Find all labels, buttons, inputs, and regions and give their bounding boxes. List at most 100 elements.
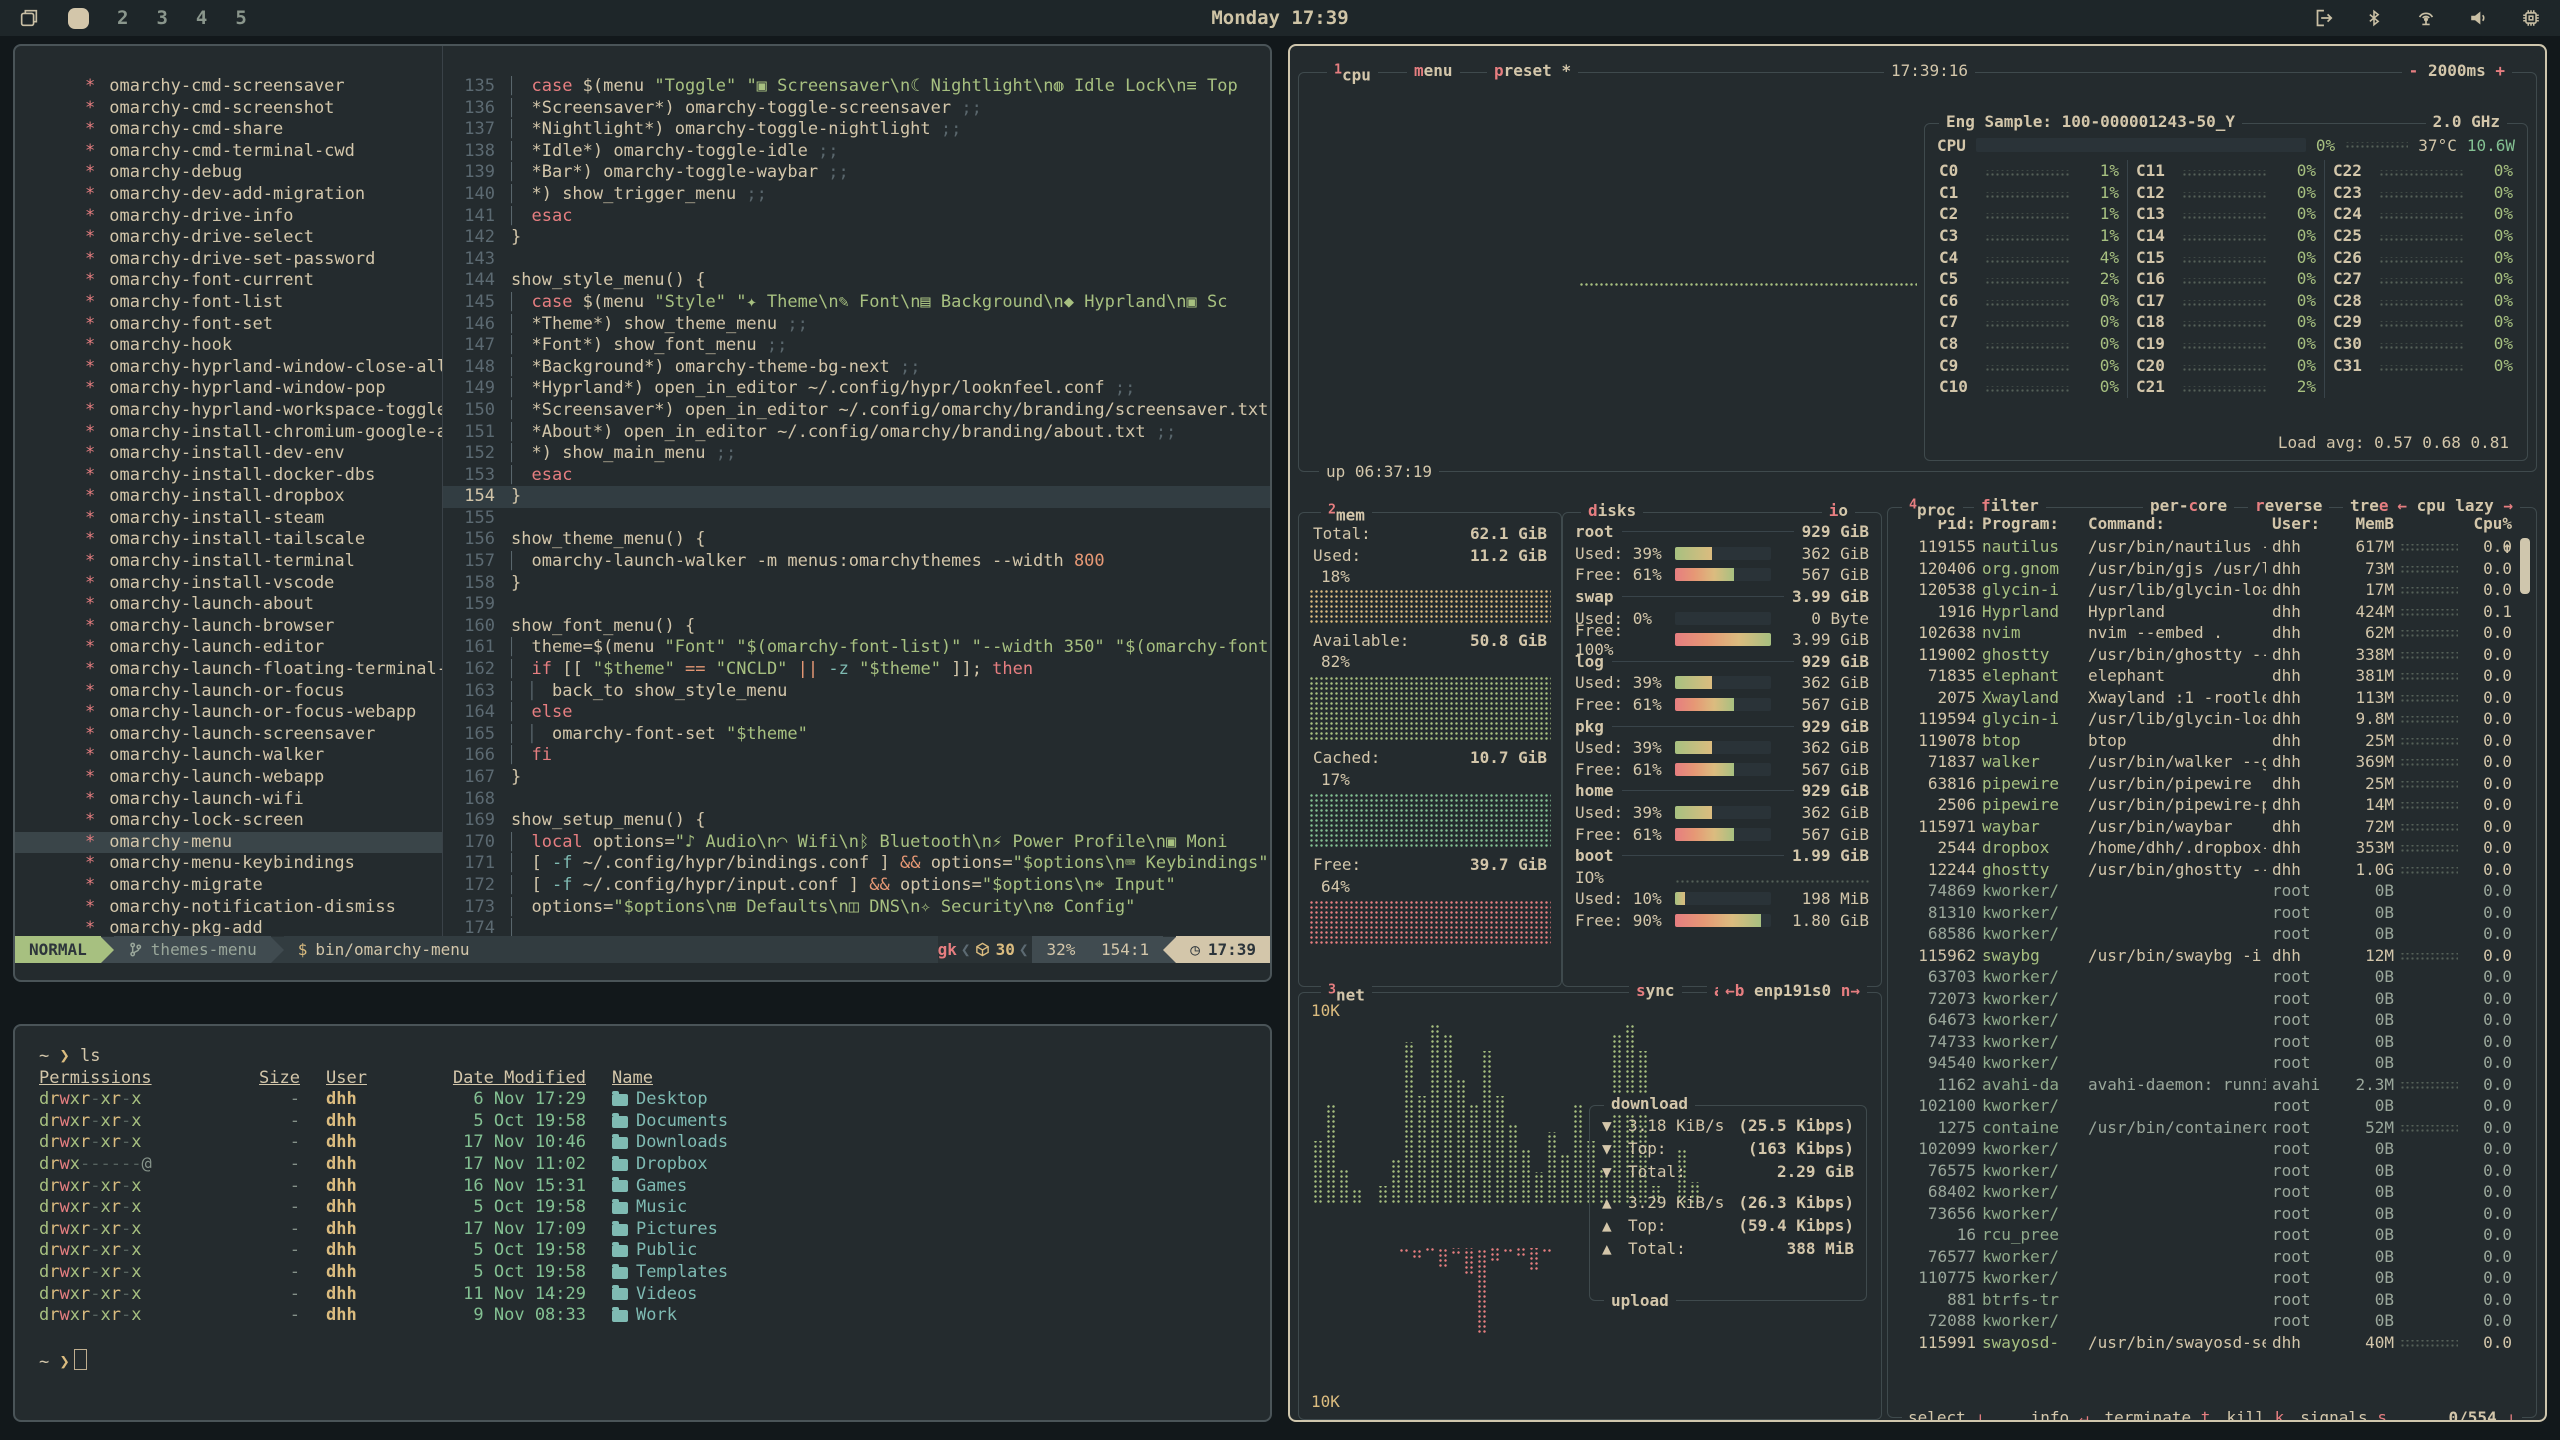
process-row[interactable]: 120538glycin-i/usr/lib/glycin-loadersdhh… <box>1888 579 2536 601</box>
prompt[interactable]: ~ ❯ <box>39 1349 1246 1371</box>
process-row[interactable]: 68402kworker/root0B0.0 <box>1888 1181 2536 1203</box>
menu-button[interactable]: menu <box>1407 61 1460 81</box>
file-item[interactable]: *omarchy-launch-browser <box>15 616 442 638</box>
code-pane[interactable]: 135▏ case $(menu "Toggle" "▣ Screensaver… <box>443 46 1270 936</box>
file-item[interactable]: *omarchy-hyprland-workspace-toggle <box>15 400 442 422</box>
wifi-icon[interactable] <box>2414 7 2438 29</box>
file-item[interactable]: *omarchy-install-chromium-google-a <box>15 422 442 444</box>
process-row[interactable]: 1916HyprlandHyprlanddhh424M0.1 <box>1888 601 2536 623</box>
sort-column-switcher[interactable]: ← cpu lazy → <box>2390 496 2520 516</box>
process-row[interactable]: 76577kworker/root0B0.0 <box>1888 1246 2536 1268</box>
process-row[interactable]: 71837walker/usr/bin/walker --gappldhh369… <box>1888 751 2536 773</box>
process-row[interactable]: 102099kworker/root0B0.0 <box>1888 1138 2536 1160</box>
file-item[interactable]: *omarchy-migrate <box>15 875 442 897</box>
process-row[interactable]: 115962swaybg/usr/bin/swaybg -i /homdhh12… <box>1888 945 2536 967</box>
file-item[interactable]: *omarchy-pkg-add <box>15 918 442 936</box>
column-header[interactable] <box>2400 512 2458 560</box>
tree-button[interactable]: tree <box>2343 496 2396 516</box>
file-item[interactable]: *omarchy-launch-screensaver <box>15 724 442 746</box>
process-row[interactable]: 63703kworker/root0B0.0 <box>1888 966 2536 988</box>
file-item[interactable]: *omarchy-cmd-screensaver <box>15 76 442 98</box>
workspace-button[interactable]: 3 <box>156 7 167 29</box>
logout-icon[interactable] <box>2312 7 2334 29</box>
workspace-button[interactable]: 4 <box>196 7 207 29</box>
process-row[interactable]: 102638nvimnvim --embed .dhh62M0.0 <box>1888 622 2536 644</box>
process-row[interactable]: 71835elephantelephantdhh381M0.0 <box>1888 665 2536 687</box>
file-item[interactable]: *omarchy-launch-editor <box>15 637 442 659</box>
file-item[interactable]: *omarchy-install-terminal <box>15 551 442 573</box>
process-row[interactable]: 74733kworker/root0B0.0 <box>1888 1031 2536 1053</box>
io-toggle[interactable]: io <box>1822 501 1855 521</box>
file-item[interactable]: *omarchy-cmd-share <box>15 119 442 141</box>
file-item[interactable]: *omarchy-cmd-screenshot <box>15 98 442 120</box>
file-item[interactable]: *omarchy-hook <box>15 335 442 357</box>
preset-button[interactable]: preset * <box>1487 61 1578 81</box>
file-item[interactable]: *omarchy-debug <box>15 162 442 184</box>
workspace-active[interactable] <box>68 8 89 29</box>
file-item[interactable]: *omarchy-menu-keybindings <box>15 853 442 875</box>
disks-box-title[interactable]: disks <box>1581 501 1643 521</box>
interval-control[interactable]: - 2000ms + <box>2402 61 2512 81</box>
neovim-window[interactable]: *omarchy-cmd-screensaver*omarchy-cmd-scr… <box>13 44 1272 982</box>
file-item[interactable]: *omarchy-font-current <box>15 270 442 292</box>
process-row[interactable]: 72073kworker/root0B0.0 <box>1888 988 2536 1010</box>
file-item[interactable]: *omarchy-launch-or-focus-webapp <box>15 702 442 724</box>
process-row[interactable]: 76575kworker/root0B0.0 <box>1888 1160 2536 1182</box>
terminal-window[interactable]: ~ ❯ ls PermissionsSizeUserDate ModifiedN… <box>13 1024 1272 1422</box>
btop-window[interactable]: 1cpu menu preset * 17:39:16 - 2000ms + u… <box>1288 44 2547 1422</box>
file-item[interactable]: *omarchy-install-vscode <box>15 573 442 595</box>
process-row[interactable]: 115991swayosd-/usr/bin/swayosd-serverdhh… <box>1888 1332 2536 1354</box>
process-row[interactable]: 16rcu_preeroot0B0.0 <box>1888 1224 2536 1246</box>
process-row[interactable]: 1162avahi-daavahi-daemon: running [avahi… <box>1888 1074 2536 1096</box>
process-row[interactable]: 2075XwaylandXwayland :1 -rootless -dhh11… <box>1888 687 2536 709</box>
file-item[interactable]: *omarchy-drive-info <box>15 206 442 228</box>
file-item[interactable]: *omarchy-cmd-terminal-cwd <box>15 141 442 163</box>
process-row[interactable]: 64673kworker/root0B0.0 <box>1888 1009 2536 1031</box>
process-row[interactable]: 72088kworker/root0B0.0 <box>1888 1310 2536 1332</box>
file-item[interactable]: *omarchy-dev-add-migration <box>15 184 442 206</box>
file-item[interactable]: *omarchy-install-steam <box>15 508 442 530</box>
file-item[interactable]: *omarchy-launch-about <box>15 594 442 616</box>
file-item[interactable]: *omarchy-menu <box>15 832 442 854</box>
process-row[interactable]: 2544dropbox/home/dhh/.dropbox-distdhh353… <box>1888 837 2536 859</box>
footer-button[interactable]: kill k <box>2226 1408 2284 1422</box>
workspace-button[interactable]: 5 <box>235 7 246 29</box>
process-row[interactable]: 12244ghostty/usr/bin/ghostty --gtk-dhh1.… <box>1888 859 2536 881</box>
proc-scrollbar[interactable] <box>2520 538 2530 594</box>
process-row[interactable]: 102100kworker/root0B0.0 <box>1888 1095 2536 1117</box>
file-item[interactable]: *omarchy-drive-set-password <box>15 249 442 271</box>
file-item[interactable]: *omarchy-launch-wifi <box>15 789 442 811</box>
file-item[interactable]: *omarchy-launch-floating-terminal- <box>15 659 442 681</box>
file-item[interactable]: *omarchy-hyprland-window-close-all <box>15 357 442 379</box>
file-tree[interactable]: *omarchy-cmd-screensaver*omarchy-cmd-scr… <box>15 46 443 936</box>
process-row[interactable]: 119002ghostty/usr/bin/ghostty --gtk-dhh3… <box>1888 644 2536 666</box>
process-row[interactable]: 110775kworker/root0B0.0 <box>1888 1267 2536 1289</box>
process-row[interactable]: 119078btopbtopdhh25M0.0 <box>1888 730 2536 752</box>
cpu-box-title[interactable]: 1cpu <box>1327 61 1378 85</box>
file-item[interactable]: *omarchy-font-list <box>15 292 442 314</box>
process-row[interactable]: 81310kworker/root0B0.0 <box>1888 902 2536 924</box>
file-item[interactable]: *omarchy-install-docker-dbs <box>15 465 442 487</box>
file-item[interactable]: *omarchy-font-set <box>15 314 442 336</box>
reverse-button[interactable]: reverse <box>2248 496 2329 516</box>
file-item[interactable]: *omarchy-install-tailscale <box>15 529 442 551</box>
process-row[interactable]: 94540kworker/root0B0.0 <box>1888 1052 2536 1074</box>
workspace-button[interactable]: 2 <box>117 7 128 29</box>
interface-switcher[interactable]: ←b enp191s0 n→ <box>1718 981 1867 1001</box>
footer-button[interactable]: terminate t <box>2104 1408 2210 1422</box>
sync-button[interactable]: sync <box>1629 981 1682 1001</box>
file-item[interactable]: *omarchy-launch-or-focus <box>15 681 442 703</box>
process-row[interactable]: 68586kworker/root0B0.0 <box>1888 923 2536 945</box>
process-row[interactable]: 115971waybar/usr/bin/waybardhh72M0.0 <box>1888 816 2536 838</box>
bluetooth-icon[interactable] <box>2364 7 2384 29</box>
volume-icon[interactable] <box>2468 7 2490 29</box>
process-row[interactable]: 63816pipewire/usr/bin/pipewiredhh25M0.0 <box>1888 773 2536 795</box>
file-item[interactable]: *omarchy-hyprland-window-pop <box>15 378 442 400</box>
process-row[interactable]: 74869kworker/root0B0.0 <box>1888 880 2536 902</box>
footer-button[interactable]: info ↵ <box>2031 1408 2089 1422</box>
file-item[interactable]: *omarchy-launch-walker <box>15 745 442 767</box>
process-row[interactable]: 2506pipewire/usr/bin/pipewire-pulsedhh14… <box>1888 794 2536 816</box>
per-core-button[interactable]: per-core <box>2143 496 2234 516</box>
process-row[interactable]: 1275containe/usr/bin/containerdroot52M0.… <box>1888 1117 2536 1139</box>
file-item[interactable]: *omarchy-notification-dismiss <box>15 897 442 919</box>
